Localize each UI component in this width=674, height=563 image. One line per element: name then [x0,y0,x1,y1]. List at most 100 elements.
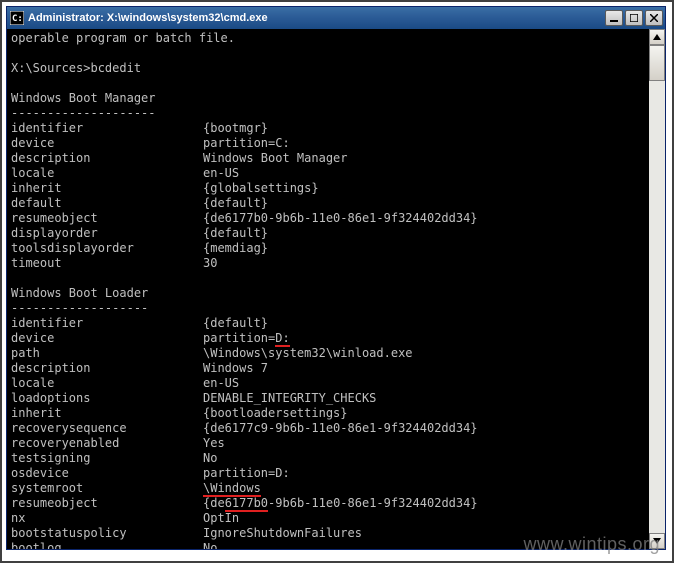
kv-value: {default} [203,226,268,240]
kv-row: systemroot\Windows [11,481,645,496]
kv-value: Yes [203,436,225,450]
kv-row: default{default} [11,196,645,211]
kv-value: en-US [203,166,239,180]
kv-row: resumeobject{de6177b0-9b6b-11e0-86e1-9f3… [11,496,645,511]
kv-row: descriptionWindows Boot Manager [11,151,645,166]
kv-key: description [11,151,203,166]
kv-value: No [203,451,217,465]
kv-row: recoverysequence{de6177c9-9b6b-11e0-86e1… [11,421,645,436]
kv-key: recoverysequence [11,421,203,436]
kv-value: DENABLE_INTEGRITY_CHECKS [203,391,376,405]
kv-value: 6177b0 [225,496,268,512]
kv-key: identifier [11,316,203,331]
kv-value: -9b6b-11e0-86e1-9f324402dd34} [268,496,478,510]
kv-key: locale [11,376,203,391]
kv-row: displayorder{default} [11,226,645,241]
kv-row: osdevicepartition=D: [11,466,645,481]
section-title: Windows Boot Loader [11,286,645,301]
kv-row: path\Windows\system32\winload.exe [11,346,645,361]
scroll-track[interactable] [649,45,665,533]
kv-value: D: [275,331,289,347]
kv-row: toolsdisplayorder{memdiag} [11,241,645,256]
kv-row: recoveryenabledYes [11,436,645,451]
kv-key: toolsdisplayorder [11,241,203,256]
kv-key: locale [11,166,203,181]
kv-key: description [11,361,203,376]
kv-value: {default} [203,196,268,210]
kv-key: device [11,331,203,346]
kv-value: {default} [203,316,268,330]
cmd-window: C: Administrator: X:\windows\system32\cm… [6,6,666,550]
output-line: operable program or batch file. [11,31,645,46]
kv-value: No [203,541,217,549]
kv-row: testsigningNo [11,451,645,466]
vertical-scrollbar[interactable] [649,29,665,549]
kv-key: resumeobject [11,211,203,226]
kv-key: osdevice [11,466,203,481]
kv-value: {de6177c9-9b6b-11e0-86e1-9f324402dd34} [203,421,478,435]
kv-row: localeen-US [11,376,645,391]
kv-row: identifier{default} [11,316,645,331]
kv-key: timeout [11,256,203,271]
kv-row: identifier{bootmgr} [11,121,645,136]
output-line [11,76,645,91]
watermark: www.wintips.org [523,534,660,555]
kv-value: Windows Boot Manager [203,151,348,165]
section-rule: ------------------- [11,301,645,316]
kv-key: device [11,136,203,151]
kv-key: identifier [11,121,203,136]
kv-value: {de [203,496,225,510]
kv-value: {de6177b0-9b6b-11e0-86e1-9f324402dd34} [203,211,478,225]
prompt-line: X:\Sources>bcdedit [11,61,645,76]
kv-key: displayorder [11,226,203,241]
output-line [11,46,645,61]
kv-key: path [11,346,203,361]
kv-key: testsigning [11,451,203,466]
scroll-up-button[interactable] [649,29,665,45]
kv-value: partition= [203,331,275,345]
kv-row: loadoptionsDENABLE_INTEGRITY_CHECKS [11,391,645,406]
kv-row: nxOptIn [11,511,645,526]
kv-key: loadoptions [11,391,203,406]
window-title: Administrator: X:\windows\system32\cmd.e… [28,12,603,24]
close-button[interactable] [645,10,663,26]
kv-row: inherit{globalsettings} [11,181,645,196]
titlebar[interactable]: C: Administrator: X:\windows\system32\cm… [7,7,665,29]
svg-text:C:: C: [12,14,23,24]
kv-value: {bootmgr} [203,121,268,135]
section-rule: -------------------- [11,106,645,121]
kv-value: \Windows\system32\winload.exe [203,346,413,360]
maximize-button[interactable] [625,10,643,26]
kv-row: descriptionWindows 7 [11,361,645,376]
kv-value: {bootloadersettings} [203,406,348,420]
kv-value: {memdiag} [203,241,268,255]
kv-key: inherit [11,181,203,196]
kv-row: localeen-US [11,166,645,181]
kv-row: timeout30 [11,256,645,271]
output-line [11,271,645,286]
kv-key: resumeobject [11,496,203,511]
terminal-output: operable program or batch file. X:\Sourc… [7,29,649,549]
kv-row: resumeobject{de6177b0-9b6b-11e0-86e1-9f3… [11,211,645,226]
kv-value: {globalsettings} [203,181,319,195]
kv-key: recoveryenabled [11,436,203,451]
kv-value: partition=C: [203,136,290,150]
kv-key: bootlog [11,541,203,549]
kv-value: 30 [203,256,217,270]
kv-value: IgnoreShutdownFailures [203,526,362,540]
cmd-icon: C: [10,11,24,25]
minimize-button[interactable] [605,10,623,26]
scroll-thumb[interactable] [649,45,665,81]
kv-row: inherit{bootloadersettings} [11,406,645,421]
kv-key: nx [11,511,203,526]
kv-value: OptIn [203,511,239,525]
kv-key: systemroot [11,481,203,496]
kv-key: inherit [11,406,203,421]
kv-value: en-US [203,376,239,390]
kv-key: default [11,196,203,211]
kv-value: \Windows [203,481,261,497]
kv-row: devicepartition=D: [11,331,645,346]
kv-value: Windows 7 [203,361,268,375]
kv-key: bootstatuspolicy [11,526,203,541]
section-title: Windows Boot Manager [11,91,645,106]
